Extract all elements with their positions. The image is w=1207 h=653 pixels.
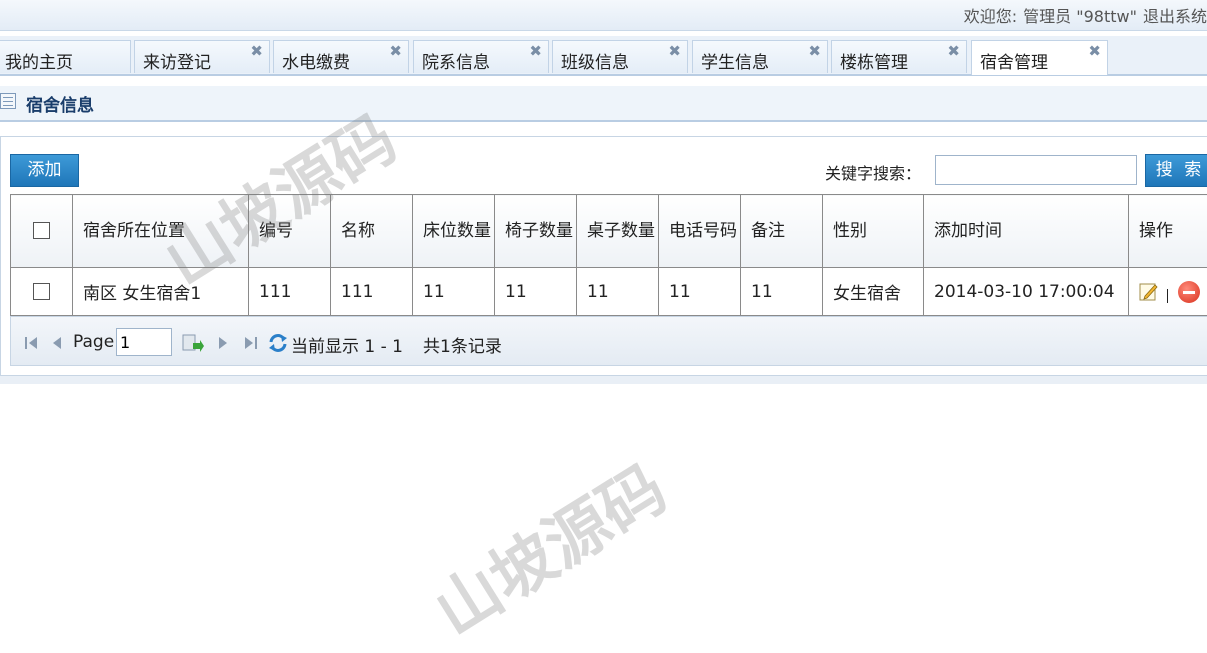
column-header[interactable]: 宿舍所在位置 (73, 195, 249, 268)
column-header[interactable]: 编号 (249, 195, 331, 268)
column-header[interactable]: 床位数量 (413, 195, 495, 268)
tab-bar: 我的主页 来访登记 ✖ 水电缴费 ✖ 院系信息 ✖ 班级信息 ✖ 学生信息 ✖ … (0, 36, 1207, 76)
column-header[interactable]: 桌子数量 (577, 195, 659, 268)
close-icon[interactable]: ✖ (389, 42, 402, 60)
tab-label: 楼栋管理 (840, 48, 908, 73)
table-header-row: 宿舍所在位置 编号 名称 床位数量 椅子数量 桌子数量 电话号码 备注 性别 添… (11, 195, 1207, 268)
top-bar: 欢迎您: 管理员 "98ttw" 退出系统 (0, 0, 1207, 31)
table-icon (0, 93, 16, 109)
tab-visitor-register[interactable]: 来访登记 ✖ (134, 40, 270, 73)
cell-actions (1129, 268, 1207, 316)
edit-icon[interactable] (1139, 282, 1159, 302)
search-input[interactable] (935, 155, 1137, 185)
cell-added-time: 2014-03-10 17:00:04 (924, 268, 1129, 316)
cell-name: 111 (331, 268, 413, 316)
cell-phone: 11 (659, 268, 741, 316)
column-header: 操作 (1129, 195, 1207, 268)
column-header[interactable]: 添加时间 (924, 195, 1129, 268)
total-records: 共1条记录 (423, 332, 502, 357)
delete-icon[interactable] (1178, 281, 1200, 303)
cell-gender: 女生宿舍 (823, 268, 924, 316)
select-all-cell (11, 195, 73, 268)
action-separator (1167, 289, 1168, 303)
cell-chairs: 11 (495, 268, 577, 316)
tab-department-info[interactable]: 院系信息 ✖ (413, 40, 549, 73)
column-header[interactable]: 备注 (741, 195, 823, 268)
cell-number: 111 (249, 268, 331, 316)
close-icon[interactable]: ✖ (529, 42, 542, 60)
tab-label: 来访登记 (143, 48, 211, 73)
content-footer-strip (0, 376, 1207, 384)
panel-title: 宿舍信息 (26, 91, 94, 116)
close-icon[interactable]: ✖ (808, 42, 821, 60)
column-header[interactable]: 电话号码 (659, 195, 741, 268)
cell-remark: 11 (741, 268, 823, 316)
cell-location: 南区 女生宿舍1 (73, 268, 249, 316)
row-checkbox[interactable] (33, 283, 50, 300)
dorm-table: 宿舍所在位置 编号 名称 床位数量 椅子数量 桌子数量 电话号码 备注 性别 添… (10, 194, 1207, 316)
column-header[interactable]: 性别 (823, 195, 924, 268)
welcome-prefix: 欢迎您: (964, 7, 1017, 26)
close-icon[interactable]: ✖ (668, 42, 681, 60)
page-info: 当前显示 1 - 1 (291, 332, 403, 357)
pagination-bar: Page 当前显示 1 - 1 共1条记录 (10, 316, 1207, 366)
tab-label: 班级信息 (561, 48, 629, 73)
welcome-text: 欢迎您: 管理员 "98ttw" 退出系统 (958, 3, 1207, 27)
column-header[interactable]: 椅子数量 (495, 195, 577, 268)
go-page-icon[interactable] (181, 333, 205, 355)
tab-dorm-manage[interactable]: 宿舍管理 ✖ (971, 40, 1108, 75)
add-button[interactable]: 添加 (10, 154, 79, 187)
tab-utility-payment[interactable]: 水电缴费 ✖ (273, 40, 409, 73)
page-number-input[interactable] (116, 328, 172, 356)
tab-label: 水电缴费 (282, 48, 350, 73)
close-icon[interactable]: ✖ (947, 42, 960, 60)
panel-header: 宿舍信息 (0, 86, 1207, 122)
first-page-icon[interactable] (23, 335, 39, 351)
tab-building-manage[interactable]: 楼栋管理 ✖ (831, 40, 967, 73)
row-select-cell (11, 268, 73, 316)
column-header[interactable]: 名称 (331, 195, 413, 268)
next-page-icon[interactable] (217, 335, 229, 351)
close-icon[interactable]: ✖ (250, 42, 263, 60)
refresh-icon[interactable] (267, 332, 289, 354)
tab-label: 宿舍管理 (980, 48, 1048, 73)
tab-home[interactable]: 我的主页 (0, 40, 131, 73)
prev-page-icon[interactable] (51, 335, 63, 351)
tab-label: 院系信息 (422, 48, 490, 73)
search-button[interactable]: 搜 索 (1145, 154, 1207, 187)
current-user: 管理员 "98ttw" (1023, 7, 1137, 26)
table-row[interactable]: 南区 女生宿舍1 111 111 11 11 11 11 11 女生宿舍 201… (11, 268, 1207, 316)
search-label: 关键字搜索： (825, 160, 921, 184)
tab-label: 学生信息 (701, 48, 769, 73)
last-page-icon[interactable] (243, 335, 259, 351)
cell-desks: 11 (577, 268, 659, 316)
watermark: 山坡源码 (415, 439, 681, 653)
select-all-checkbox[interactable] (33, 222, 50, 239)
tab-class-info[interactable]: 班级信息 ✖ (552, 40, 688, 73)
tab-label: 我的主页 (5, 48, 73, 73)
cell-beds: 11 (413, 268, 495, 316)
page-label: Page (73, 332, 114, 352)
close-icon[interactable]: ✖ (1088, 42, 1101, 60)
logout-link[interactable]: 退出系统 (1143, 7, 1207, 26)
tab-student-info[interactable]: 学生信息 ✖ (692, 40, 828, 73)
